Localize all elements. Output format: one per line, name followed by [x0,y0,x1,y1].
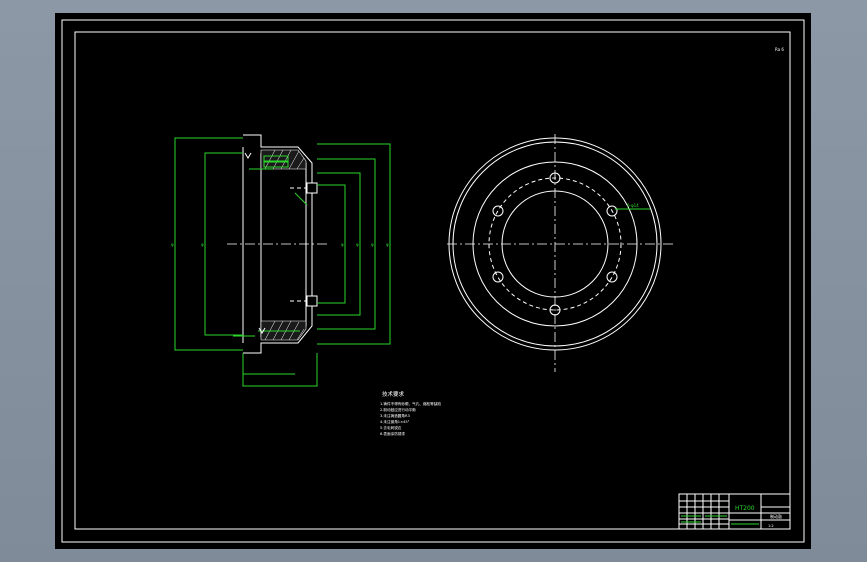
note-1: 1.铸件不得有砂眼、气孔、缩松等缺陷 [380,401,441,406]
part-name: 制动鼓 [770,513,782,519]
svg-text:φ: φ [341,242,344,247]
drawing-canvas: Ra 6 φ φ φ φ φ φ 6-φ14 技术要求 1.铸件不得有砂眼、气孔… [61,19,805,543]
svg-text:φ: φ [171,242,174,247]
scale-label: 1:2 [768,524,774,528]
note-2: 2.制动鼓应进行动平衡 [380,407,416,412]
note-6: 6.表面涂防锈漆 [380,431,405,436]
section-view: φφ φφ φφ [171,134,391,387]
technical-notes: 技术要求 1.铸件不得有砂眼、气孔、缩松等缺陷 2.制动鼓应进行动平衡 3.未注… [380,390,441,436]
notes-title: 技术要求 [382,390,405,398]
note-5: 5.去毛刺锐边 [380,425,402,430]
inner-frame [74,31,791,530]
drawing-sheet: Ra 6 φ φ φ φ φ φ 6-φ14 技术要求 1.铸件不得有砂眼、气孔… [55,13,811,549]
svg-text:φ: φ [386,242,389,247]
note-3: 3.未注铸造圆角R3 [380,413,410,418]
svg-text:6-φ14: 6-φ14 [627,203,639,208]
cad-viewport[interactable]: Ra 6 φ φ φ φ φ φ 6-φ14 技术要求 1.铸件不得有砂眼、气孔… [0,0,867,562]
svg-text:φ: φ [201,242,204,247]
corner-mark: Ra 6 [775,47,784,52]
front-view: 6-φ14 [447,134,675,372]
note-4: 4.未注倒角1×45° [380,419,410,424]
outer-frame [61,19,805,543]
title-block: HT200 制动鼓 1:2 [678,493,791,530]
svg-text:φ: φ [356,242,359,247]
svg-text:φ: φ [371,242,374,247]
material-label: HT200 [735,505,755,512]
